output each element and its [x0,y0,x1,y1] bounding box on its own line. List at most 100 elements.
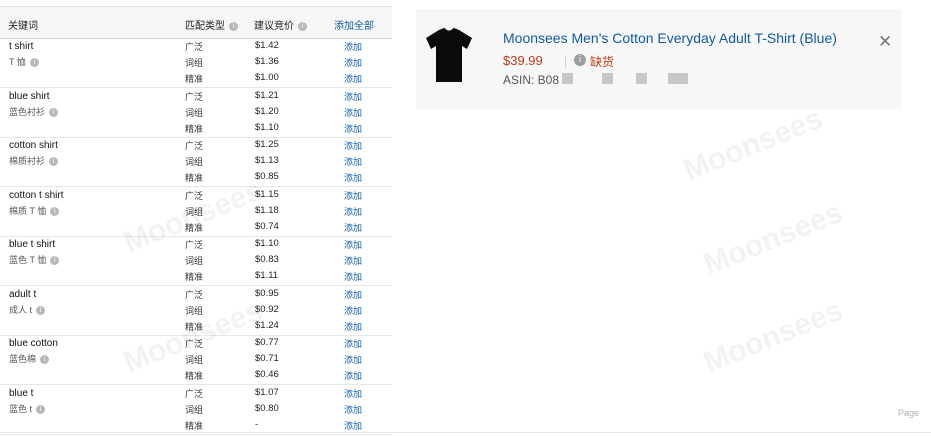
add-keyword-button[interactable]: 添加 [344,320,362,333]
bid-row: 精准 $0.85 添加 [0,169,392,185]
header-bid: 建议竞价 i [254,17,307,32]
add-keyword-button[interactable]: 添加 [344,353,362,366]
header-match-type: 匹配类型 i [185,17,238,32]
bid-row: 词组 $1.36 添加 [0,54,392,70]
page-label: Page [898,408,920,418]
bid-row: 精准 $0.46 添加 [0,367,392,383]
keyword-group: blue shirt 蓝色衬衫 i 广泛 $1.21 添加 词组 $1.20 添加 精准 $1.10… [0,88,392,138]
table-header: 关键词 匹配类型 i 建议竞价 i 添加全部 [0,6,392,39]
add-keyword-button[interactable]: 添加 [344,270,362,283]
info-icon[interactable]: i [229,21,238,31]
add-keyword-button[interactable]: 添加 [344,304,362,317]
product-card: Moonsees Men's Cotton Everyday Adult T-S… [416,9,902,109]
match-type: 广泛 [185,141,204,151]
bid-row: 词组 $0.83 添加 [0,252,392,268]
add-keyword-button[interactable]: 添加 [344,254,362,267]
suggested-bid: - [255,418,259,430]
suggested-bid: $1.20 [255,105,279,117]
add-keyword-button[interactable]: 添加 [344,189,362,202]
add-keyword-button[interactable]: 添加 [344,40,362,53]
header-bid-label: 建议竞价 [254,21,294,32]
match-type: 词组 [185,157,204,167]
suggested-bid: $1.10 [255,121,279,133]
header-keyword-label: 关键词 [8,21,38,32]
bid-row: 词组 $0.92 添加 [0,302,392,318]
suggested-bid: $1.11 [255,270,279,281]
add-keyword-button[interactable]: 添加 [344,369,362,382]
suggested-bid: $0.85 [255,171,279,182]
redaction-mask [562,73,573,84]
match-type: 精准 [185,173,204,183]
product-title-link[interactable]: Moonsees Men's Cotton Everyday Adult T-S… [503,30,837,46]
match-type: 词组 [185,256,204,266]
bid-row: 精准 $1.11 添加 [0,268,392,284]
keyword-group: cotton shirt 棉质衬衫 i 广泛 $1.25 添加 词组 $1.13 添加 精准 $0.… [0,137,392,187]
close-icon[interactable]: ✕ [878,33,892,50]
suggested-bid: $1.00 [255,72,279,83]
match-type: 精准 [185,74,204,84]
add-keyword-button[interactable]: 添加 [344,403,362,416]
add-keyword-button[interactable]: 添加 [344,171,362,184]
match-type: 精准 [185,272,204,282]
suggested-bid: $0.46 [255,369,279,380]
bid-row: 精准 - 添加 [0,417,392,433]
add-keyword-button[interactable]: 添加 [344,205,362,218]
bid-row: 广泛 $1.10 添加 [0,236,392,252]
add-keyword-button[interactable]: 添加 [344,106,362,119]
add-keyword-button[interactable]: 添加 [344,419,362,432]
watermark: Moonsees [678,101,828,188]
redaction-mask [602,73,613,84]
bid-row: 词组 $0.80 添加 [0,401,392,417]
match-type: 广泛 [185,91,204,102]
add-keyword-button[interactable]: 添加 [344,238,362,251]
add-keyword-button[interactable]: 添加 [344,337,362,350]
bid-row: 词组 $1.20 添加 [0,104,392,120]
divider [565,55,566,68]
match-type: 精准 [185,420,204,431]
keyword-group: t shirt T 恤 i 广泛 $1.42 添加 词组 $1.36 添加 精准 $1.00 添加 [0,38,392,88]
bid-row: 精准 $1.10 添加 [0,120,392,136]
info-icon[interactable]: i [298,21,307,31]
suggested-bid: $1.42 [255,40,279,51]
add-keyword-button[interactable]: 添加 [344,155,362,168]
suggested-bid: $1.13 [255,155,279,166]
bid-row: 广泛 $1.07 添加 [0,385,392,401]
add-keyword-button[interactable]: 添加 [344,72,362,85]
bid-row: 精准 $1.00 添加 [0,70,392,86]
watermark: Moonsees [698,293,848,380]
bid-row: 广泛 $0.95 添加 [0,286,392,302]
suggested-bid: $1.07 [255,386,279,398]
suggested-bid: $1.25 [255,139,279,150]
match-type: 词组 [185,404,204,415]
add-keyword-button[interactable]: 添加 [344,90,362,103]
suggested-bid: $0.71 [255,353,279,364]
product-asin: ASIN: B08 [503,73,560,87]
divider [0,432,931,433]
tshirt-thumbnail [426,27,472,82]
add-keyword-button[interactable]: 添加 [344,56,362,69]
suggested-bid: $1.21 [255,89,279,101]
match-type: 词组 [185,107,204,118]
add-keyword-button[interactable]: 添加 [344,221,362,234]
header-match-type-label: 匹配类型 [185,21,225,32]
suggested-bid: $0.80 [255,402,279,414]
bid-row: 词组 $1.13 添加 [0,153,392,169]
bid-row: 广泛 $1.25 添加 [0,137,392,153]
suggested-bid: $0.77 [255,337,279,348]
redaction-mask [636,73,647,84]
match-type: 广泛 [185,240,204,250]
add-keyword-button[interactable]: 添加 [344,288,362,301]
product-price: $39.99 [503,53,543,68]
bid-row: 广泛 $1.42 添加 [0,38,392,54]
bid-row: 广泛 $1.21 添加 [0,88,392,104]
match-type: 精准 [185,123,204,134]
add-all-button[interactable]: 添加全部 [334,17,374,32]
add-keyword-button[interactable]: 添加 [344,139,362,152]
keyword-group: blue t 蓝色 t i 广泛 $1.07 添加 词组 $0.80 添加 精准 - 添加 [0,385,392,435]
add-keyword-button[interactable]: 添加 [344,122,362,135]
info-circle-icon: i [574,54,586,66]
add-keyword-button[interactable]: 添加 [344,387,362,400]
match-type: 广泛 [185,42,204,52]
suggested-bid: $1.10 [255,238,279,249]
match-type: 精准 [185,371,204,381]
